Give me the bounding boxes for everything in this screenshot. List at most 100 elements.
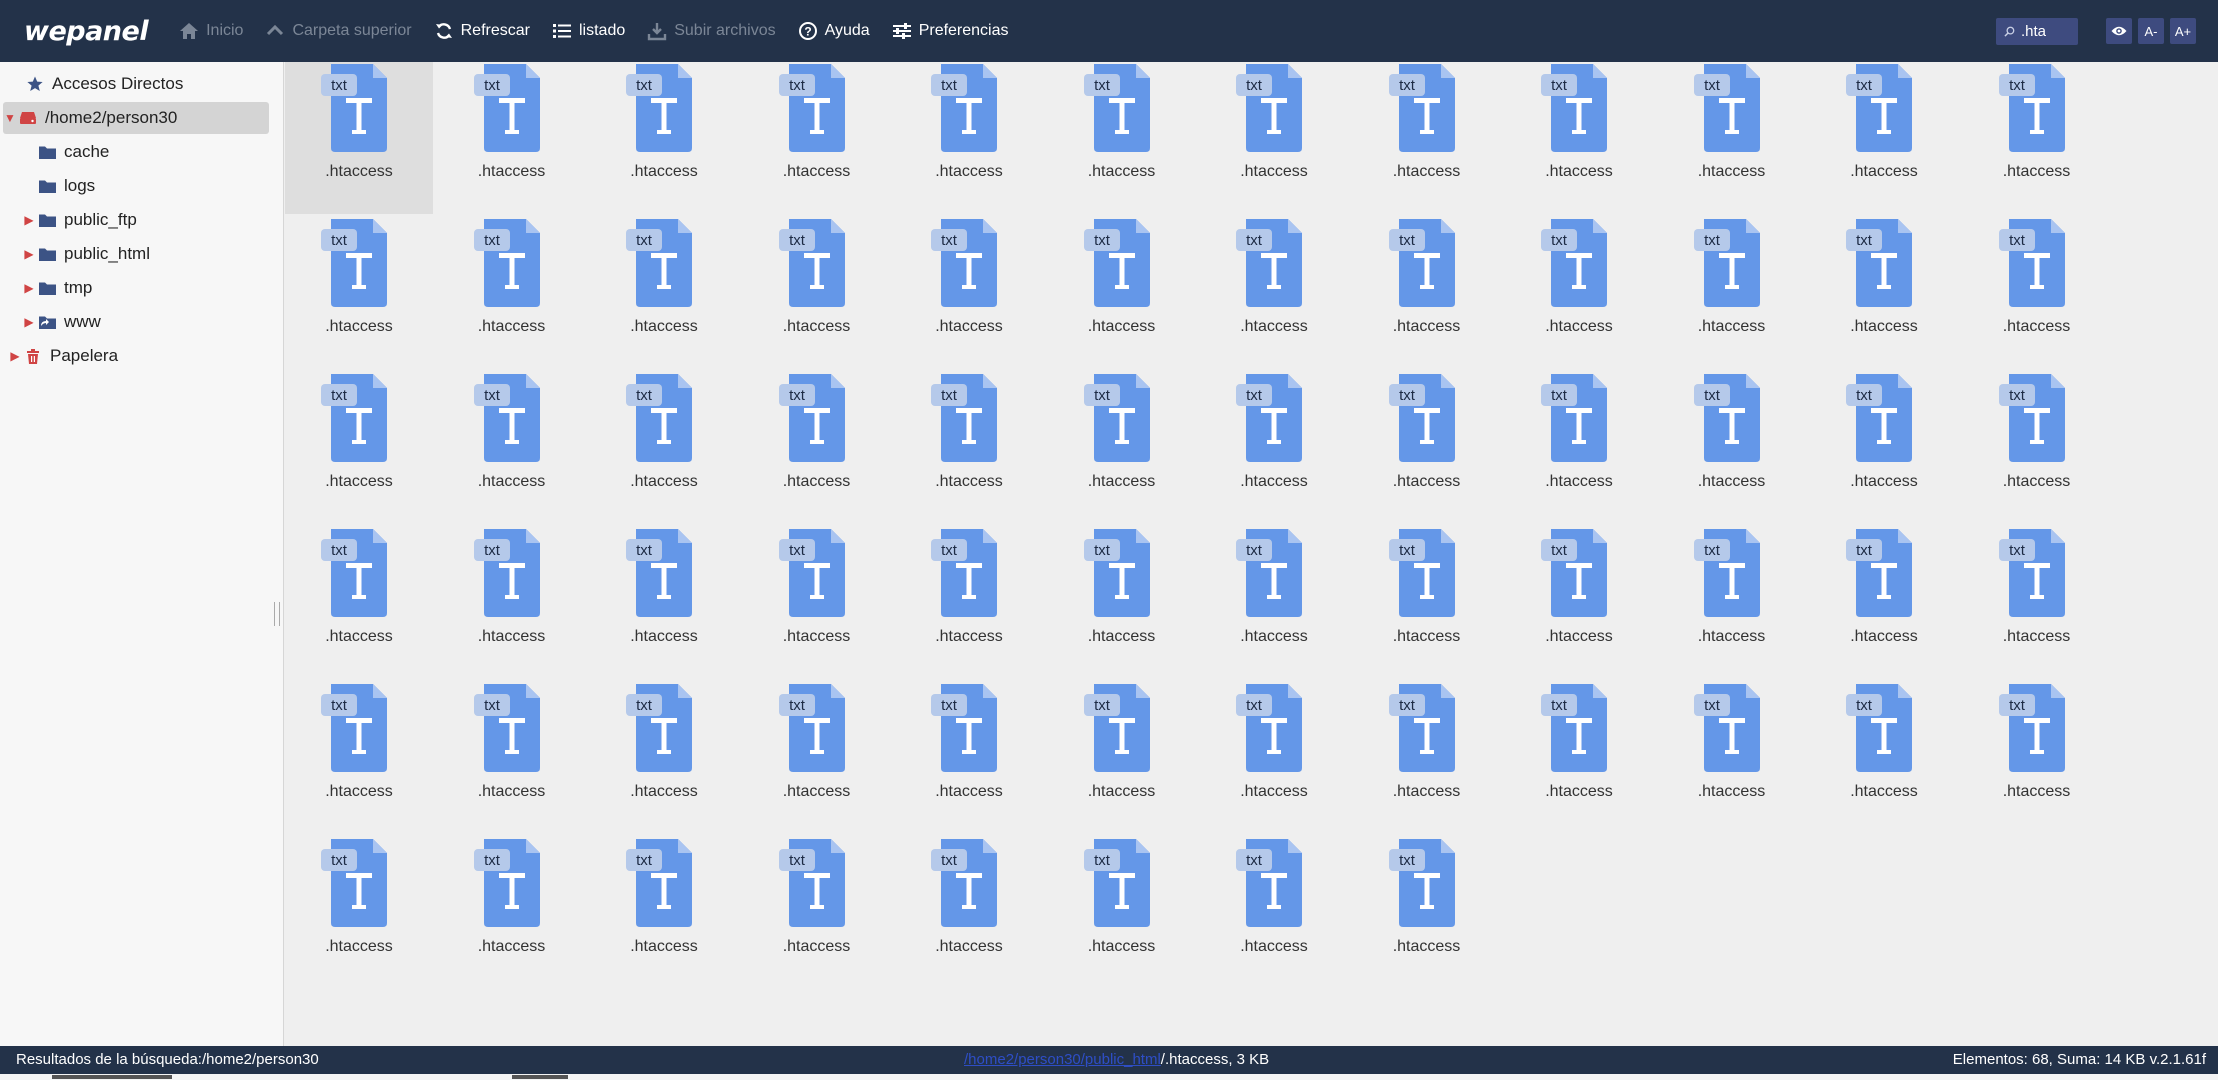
sidebar-resize-handle[interactable] — [274, 602, 280, 626]
file-item[interactable]: txt .htaccess — [1963, 217, 2111, 369]
file-item[interactable]: txt .htaccess — [285, 62, 433, 214]
search-box — [1996, 17, 2078, 45]
file-item[interactable]: txt .htaccess — [1505, 372, 1653, 524]
file-item[interactable]: txt .htaccess — [895, 837, 1043, 989]
file-item[interactable]: txt .htaccess — [590, 527, 738, 679]
preferences-button[interactable]: Preferencias — [881, 11, 1020, 51]
file-item[interactable]: txt .htaccess — [1658, 527, 1806, 679]
file-item[interactable]: txt .htaccess — [743, 217, 891, 369]
file-item[interactable]: txt .htaccess — [1200, 837, 1348, 989]
file-item[interactable]: txt .htaccess — [1810, 217, 1958, 369]
file-item[interactable]: txt .htaccess — [438, 837, 586, 989]
file-item[interactable]: txt .htaccess — [1505, 682, 1653, 834]
upload-button[interactable]: Subir archivos — [636, 11, 786, 51]
file-item[interactable]: txt .htaccess — [590, 372, 738, 524]
help-button[interactable]: ? Ayuda — [787, 11, 881, 51]
file-item[interactable]: txt .htaccess — [1505, 217, 1653, 369]
file-item[interactable]: txt .htaccess — [438, 372, 586, 524]
sidebar-item-cache[interactable]: cache — [22, 136, 109, 168]
file-item[interactable]: txt .htaccess — [1353, 217, 1501, 369]
file-item[interactable]: txt .htaccess — [590, 837, 738, 989]
font-decrease-button[interactable]: A- — [2138, 18, 2164, 44]
file-item[interactable]: txt .htaccess — [1658, 372, 1806, 524]
file-item[interactable]: txt .htaccess — [1963, 527, 2111, 679]
refresh-button[interactable]: Refrescar — [423, 11, 541, 51]
file-item[interactable]: txt .htaccess — [438, 682, 586, 834]
home-button[interactable]: Inicio — [168, 11, 254, 51]
file-item[interactable]: txt .htaccess — [438, 527, 586, 679]
file-item[interactable]: txt .htaccess — [743, 527, 891, 679]
svg-text:txt: txt — [484, 77, 501, 94]
file-item[interactable]: txt .htaccess — [1200, 62, 1348, 214]
file-item[interactable]: txt .htaccess — [285, 837, 433, 989]
file-name: .htaccess — [1545, 783, 1613, 800]
font-increase-button[interactable]: A+ — [2170, 18, 2196, 44]
caret-right-icon[interactable]: ▶ — [22, 281, 36, 295]
file-item[interactable]: txt .htaccess — [1353, 62, 1501, 214]
file-item[interactable]: txt .htaccess — [1963, 372, 2111, 524]
file-item[interactable]: txt .htaccess — [285, 372, 433, 524]
caret-right-icon[interactable]: ▶ — [8, 349, 22, 363]
file-item[interactable]: txt .htaccess — [438, 62, 586, 214]
file-item[interactable]: txt .htaccess — [1658, 682, 1806, 834]
parent-folder-button[interactable]: Carpeta superior — [254, 11, 422, 51]
sidebar-item-logs[interactable]: logs — [22, 170, 95, 202]
svg-text:txt: txt — [1704, 387, 1721, 404]
file-item[interactable]: txt .htaccess — [743, 837, 891, 989]
file-item[interactable]: txt .htaccess — [1505, 62, 1653, 214]
sidebar-item-root[interactable]: ▼ /home2/person30 — [3, 102, 269, 134]
file-item[interactable]: txt .htaccess — [895, 62, 1043, 214]
file-item[interactable]: txt .htaccess — [1200, 217, 1348, 369]
file-item[interactable]: txt .htaccess — [1048, 682, 1196, 834]
file-item[interactable]: txt .htaccess — [285, 217, 433, 369]
sidebar-item-public-ftp[interactable]: ▶ public_ftp — [22, 204, 136, 236]
caret-right-icon[interactable]: ▶ — [22, 247, 36, 261]
file-item[interactable]: txt .htaccess — [1810, 527, 1958, 679]
file-item[interactable]: txt .htaccess — [1353, 372, 1501, 524]
file-item[interactable]: txt .htaccess — [1963, 62, 2111, 214]
sidebar-item-public-html[interactable]: ▶ public_html — [22, 238, 150, 270]
file-item[interactable]: txt .htaccess — [590, 682, 738, 834]
file-item[interactable]: txt .htaccess — [1810, 682, 1958, 834]
file-item[interactable]: txt .htaccess — [1353, 837, 1501, 989]
file-item[interactable]: txt .htaccess — [1505, 527, 1653, 679]
sidebar-item-www[interactable]: ▶ www — [22, 306, 100, 338]
file-item[interactable]: txt .htaccess — [1963, 682, 2111, 834]
sidebar-item-trash[interactable]: ▶ Papelera — [8, 340, 118, 372]
file-item[interactable]: txt .htaccess — [590, 217, 738, 369]
file-item[interactable]: txt .htaccess — [1810, 372, 1958, 524]
file-item[interactable]: txt .htaccess — [743, 682, 891, 834]
file-item[interactable]: txt .htaccess — [895, 682, 1043, 834]
file-item[interactable]: txt .htaccess — [1200, 527, 1348, 679]
list-view-button[interactable]: listado — [541, 11, 636, 51]
file-item[interactable]: txt .htaccess — [743, 372, 891, 524]
file-item[interactable]: txt .htaccess — [1353, 527, 1501, 679]
file-item[interactable]: txt .htaccess — [895, 527, 1043, 679]
file-item[interactable]: txt .htaccess — [1048, 217, 1196, 369]
file-item[interactable]: txt .htaccess — [438, 217, 586, 369]
file-item[interactable]: txt .htaccess — [1810, 62, 1958, 214]
file-item[interactable]: txt .htaccess — [895, 372, 1043, 524]
search-input[interactable] — [2021, 22, 2071, 40]
view-toggle-button[interactable] — [2106, 18, 2132, 44]
file-item[interactable]: txt .htaccess — [1353, 682, 1501, 834]
file-item[interactable]: txt .htaccess — [1048, 372, 1196, 524]
file-item[interactable]: txt .htaccess — [895, 217, 1043, 369]
file-item[interactable]: txt .htaccess — [1048, 527, 1196, 679]
path-link[interactable]: /home2/person30/public_html — [964, 1051, 1161, 1068]
file-item[interactable]: txt .htaccess — [1200, 372, 1348, 524]
file-name: .htaccess — [1087, 938, 1156, 955]
file-item[interactable]: txt .htaccess — [1658, 62, 1806, 214]
sidebar-item-favorites[interactable]: Accesos Directos — [10, 68, 270, 100]
file-item[interactable]: txt .htaccess — [1048, 837, 1196, 989]
caret-right-icon[interactable]: ▶ — [22, 315, 36, 329]
file-item[interactable]: txt .htaccess — [285, 682, 433, 834]
file-item[interactable]: txt .htaccess — [1658, 217, 1806, 369]
caret-right-icon[interactable]: ▶ — [22, 213, 36, 227]
file-item[interactable]: txt .htaccess — [743, 62, 891, 214]
file-item[interactable]: txt .htaccess — [590, 62, 738, 214]
sidebar-item-tmp[interactable]: ▶ tmp — [22, 272, 92, 304]
file-item[interactable]: txt .htaccess — [285, 527, 433, 679]
file-item[interactable]: txt .htaccess — [1200, 682, 1348, 834]
file-item[interactable]: txt .htaccess — [1048, 62, 1196, 214]
